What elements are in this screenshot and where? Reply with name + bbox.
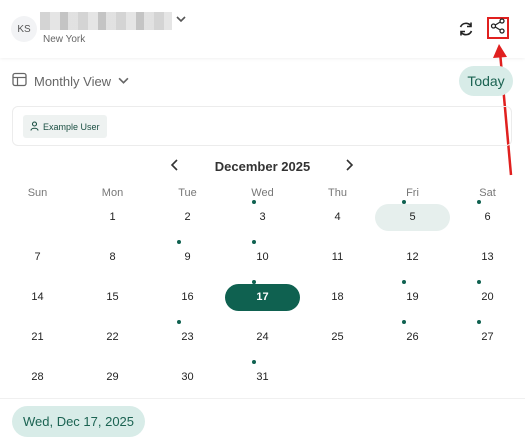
chevron-left-icon[interactable] [170,158,180,177]
view-selector[interactable]: Monthly View [12,72,129,90]
share-icon [490,17,506,39]
calendar-day[interactable]: 10 [225,251,300,263]
user-icon [30,120,39,133]
weekday-header: Fri [406,187,419,199]
calendar-day[interactable]: 25 [300,331,375,343]
user-filter-box[interactable]: Example User [12,106,512,146]
event-indicator-dot [477,280,481,284]
user-name-redacted [40,12,172,30]
calendar-day[interactable]: 13 [450,251,525,263]
calendar-day[interactable]: 22 [75,331,150,343]
calendar-day[interactable]: 21 [0,331,75,343]
calendar-day[interactable]: 30 [150,371,225,383]
share-button[interactable] [487,17,509,39]
calendar-day[interactable]: 27 [450,331,525,343]
calendar-day[interactable]: 11 [300,251,375,263]
calendar-grid-icon [12,72,27,90]
calendar-day[interactable]: 3 [225,211,300,223]
calendar-day[interactable]: 16 [150,291,225,303]
weekday-header: Thu [328,187,347,199]
event-indicator-dot [402,280,406,284]
view-label: Monthly View [34,73,112,89]
event-indicator-dot [477,320,481,324]
calendar-day[interactable]: 15 [75,291,150,303]
calendar-day[interactable]: 8 [75,251,150,263]
calendar-day[interactable]: 28 [0,371,75,383]
calendar-day[interactable]: 20 [450,291,525,303]
calendar-day[interactable]: 17 [225,291,300,303]
calendar-day[interactable]: 7 [0,251,75,263]
calendar-day[interactable]: 18 [300,291,375,303]
refresh-icon[interactable] [456,19,476,39]
user-chip[interactable]: Example User [23,115,107,138]
weekday-header: Sun [27,187,48,199]
event-indicator-dot [252,240,256,244]
month-title: December 2025 [214,159,311,174]
calendar-day[interactable]: 4 [300,211,375,223]
calendar-day[interactable]: 26 [375,331,450,343]
calendar-day[interactable]: 6 [450,211,525,223]
chevron-right-icon[interactable] [344,158,354,177]
event-indicator-dot [177,240,181,244]
weekday-header: Tue [178,187,197,199]
top-bar: KS New York [0,0,525,58]
avatar[interactable]: KS [11,16,37,42]
event-indicator-dot [252,360,256,364]
chevron-down-icon[interactable] [176,13,186,27]
calendar-day[interactable]: 1 [75,211,150,223]
calendar-day[interactable]: 31 [225,371,300,383]
event-indicator-dot [477,200,481,204]
month-navigation: December 2025 [0,156,525,178]
user-chip-label: Example User [43,121,100,132]
event-indicator-dot [402,320,406,324]
location-label: New York [43,34,86,45]
today-button[interactable]: Today [459,66,513,96]
calendar-day[interactable]: 19 [375,291,450,303]
calendar-day[interactable]: 5 [375,211,450,223]
divider [0,398,525,399]
calendar-day[interactable]: 23 [150,331,225,343]
calendar-day[interactable]: 14 [0,291,75,303]
selected-date-chip[interactable]: Wed, Dec 17, 2025 [12,406,145,437]
chevron-down-icon [118,74,129,89]
calendar-day[interactable]: 24 [225,331,300,343]
weekday-header: Sat [479,187,496,199]
calendar-day[interactable]: 29 [75,371,150,383]
event-indicator-dot [177,320,181,324]
event-indicator-dot [252,200,256,204]
weekday-header: Mon [101,187,124,199]
calendar-day[interactable]: 2 [150,211,225,223]
weekday-header: Wed [251,187,274,199]
calendar-day[interactable]: 9 [150,251,225,263]
calendar-day[interactable]: 12 [375,251,450,263]
